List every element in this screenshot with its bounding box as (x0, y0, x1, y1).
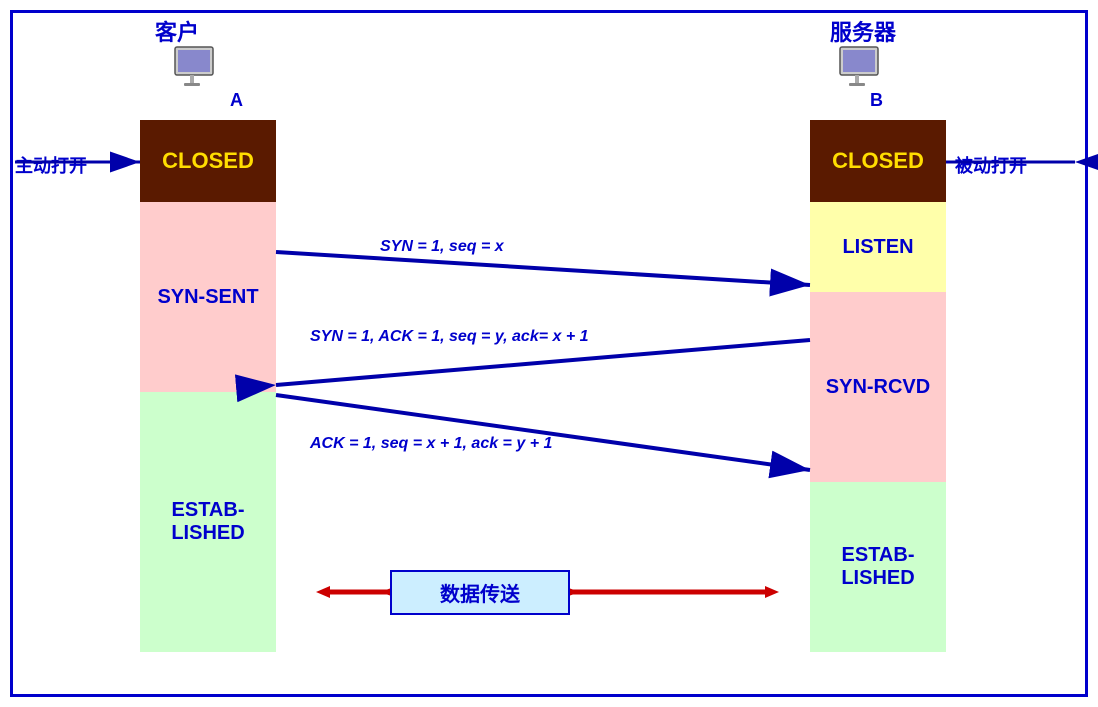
state-estab-right: ESTAB-LISHED (810, 482, 946, 652)
data-transfer-box: 数据传送 (390, 570, 570, 615)
msg1-label: SYN = 1, seq = x (380, 238, 504, 256)
active-open-label: 主动打开 (15, 152, 87, 178)
msg2-label: SYN = 1, ACK = 1, seq = y, ack= x + 1 (310, 328, 589, 346)
letter-a: A (230, 90, 243, 111)
state-closed-left: CLOSED (140, 120, 276, 202)
client-label: 客户 (155, 15, 199, 47)
diagram-container: 客户 服务器 A B CLOSED CLOSED SYN-SENT LISTEN… (0, 0, 1098, 707)
letter-b: B (870, 90, 883, 111)
passive-open-label: 被动打开 (955, 152, 1027, 178)
data-transfer-label: 数据传送 (440, 578, 520, 607)
state-listen: LISTEN (810, 202, 946, 292)
server-label: 服务器 (830, 15, 896, 47)
computer-client-icon (170, 45, 225, 100)
msg3-label: ACK = 1, seq = x + 1, ack = y + 1 (310, 435, 552, 453)
state-syn-sent: SYN-SENT (140, 202, 276, 392)
state-estab-left: ESTAB-LISHED (140, 392, 276, 652)
state-closed-right: CLOSED (810, 120, 946, 202)
state-syn-rcvd: SYN-RCVD (810, 292, 946, 482)
